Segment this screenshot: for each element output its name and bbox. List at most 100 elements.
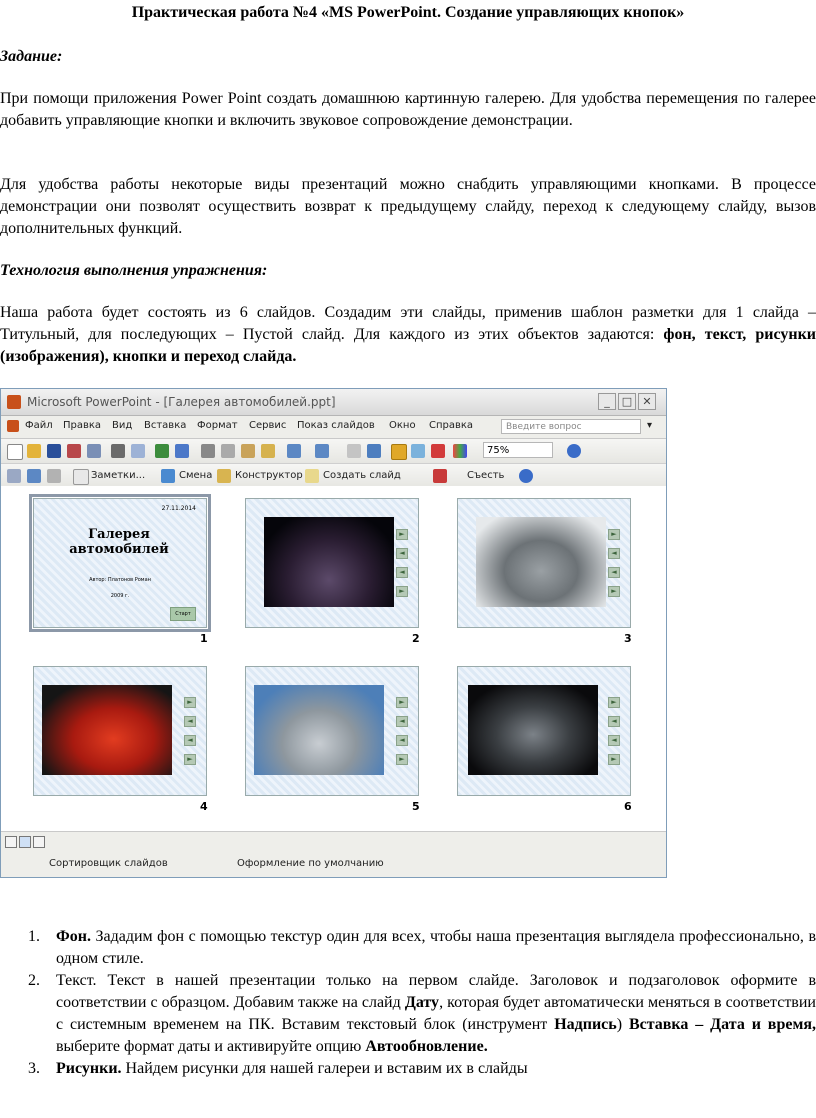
status-view-name: Сортировщик слайдов (49, 858, 168, 869)
paste-icon[interactable] (241, 444, 255, 458)
print-icon[interactable] (111, 444, 125, 458)
minimize-button[interactable]: _ (598, 393, 616, 410)
technology-heading: Технология выполнения упражнения: (0, 262, 268, 279)
preview-icon[interactable] (131, 444, 145, 458)
redo-icon[interactable] (315, 444, 329, 458)
expand-all-icon[interactable] (391, 444, 407, 460)
sorter-view-icon[interactable] (19, 836, 31, 848)
slide-number-2: 2 (412, 632, 420, 645)
car-photo-5 (254, 685, 384, 775)
copy-icon[interactable] (221, 444, 235, 458)
slide-author: Автор: Платонов Роман (89, 577, 151, 583)
page-title: Практическая работа №4 «MS PowerPoint. С… (131, 4, 685, 21)
technology-paragraph: Наша работа будет состоять из 6 слайдов.… (0, 302, 816, 368)
permission-icon[interactable] (67, 444, 81, 458)
hide-slide-icon[interactable] (7, 469, 21, 483)
step-bold: Рисунки. (56, 1060, 122, 1077)
end-arrow-icon[interactable]: ► (396, 586, 408, 597)
slide-heading: Галерея автомобилей (69, 527, 169, 557)
end-arrow-icon[interactable]: ► (608, 586, 620, 597)
prev-arrow-icon[interactable]: ◄ (184, 716, 196, 727)
research-icon[interactable] (175, 444, 189, 458)
summary-slide-icon[interactable] (47, 469, 61, 483)
slide-6[interactable]: ► ◄ ◄ ► (457, 666, 631, 796)
next-arrow-icon[interactable]: ► (608, 529, 620, 540)
next-arrow-icon[interactable]: ► (396, 529, 408, 540)
prev-arrow-icon[interactable]: ◄ (396, 548, 408, 559)
step-text: Зададим фон с помощью текстур один для в… (56, 928, 816, 967)
fl-icon[interactable] (433, 469, 447, 483)
slide-2[interactable]: ► ◄ ◄ ► (245, 498, 419, 628)
menu-slideshow[interactable]: Показ слайдов (297, 420, 375, 431)
transition-button[interactable]: Смена (179, 470, 212, 481)
step-text: выберите формат даты и активируйте опцию (56, 1038, 366, 1055)
next-arrow-icon[interactable]: ► (608, 697, 620, 708)
slide-3-nav: ► ◄ ◄ ► (608, 529, 620, 605)
menu-help[interactable]: Справка (429, 420, 473, 431)
start-button[interactable]: Старт (170, 607, 196, 621)
email-icon[interactable] (87, 444, 101, 458)
next-arrow-icon[interactable]: ► (396, 697, 408, 708)
new-icon[interactable] (7, 444, 23, 460)
slide-number-4: 4 (200, 800, 208, 813)
new-slide-button[interactable]: Создать слайд (323, 470, 401, 481)
design-button[interactable]: Конструктор (235, 470, 303, 481)
rehearse-timings-icon[interactable] (27, 469, 41, 483)
home-arrow-icon[interactable]: ◄ (184, 735, 196, 746)
window-title: Microsoft PowerPoint - [Галерея автомоби… (27, 395, 336, 409)
save-icon[interactable] (47, 444, 61, 458)
car-photo-6 (468, 685, 598, 775)
home-arrow-icon[interactable]: ◄ (608, 567, 620, 578)
menu-window[interactable]: Окно (389, 420, 416, 431)
menu-view[interactable]: Вид (112, 420, 132, 431)
task-paragraph-2: Для удобства работы некоторые виды презе… (0, 176, 816, 237)
menu-tools[interactable]: Сервис (249, 420, 286, 431)
normal-view-icon[interactable] (5, 836, 17, 848)
menu-format[interactable]: Формат (197, 420, 238, 431)
slide-3[interactable]: ► ◄ ◄ ► (457, 498, 631, 628)
slide-5[interactable]: ► ◄ ◄ ► (245, 666, 419, 796)
end-arrow-icon[interactable]: ► (608, 754, 620, 765)
insert-chart-icon[interactable] (347, 444, 361, 458)
slide-6-nav: ► ◄ ◄ ► (608, 697, 620, 773)
open-icon[interactable] (27, 444, 41, 458)
status-design-name: Оформление по умолчанию (237, 858, 384, 869)
insert-table-icon[interactable] (367, 444, 381, 458)
prev-arrow-icon[interactable]: ◄ (608, 716, 620, 727)
slide-4[interactable]: ► ◄ ◄ ► (33, 666, 207, 796)
car-photo-3 (476, 517, 606, 607)
menu-bar: Файл Правка Вид Вставка Формат Сервис По… (1, 416, 666, 439)
prev-arrow-icon[interactable]: ◄ (396, 716, 408, 727)
menu-insert[interactable]: Вставка (144, 420, 186, 431)
color-grayscale-icon[interactable] (453, 444, 467, 458)
prev-arrow-icon[interactable]: ◄ (608, 548, 620, 559)
slideshow-view-icon[interactable] (33, 836, 45, 848)
notes-button[interactable]: Заметки... (91, 470, 145, 481)
cut-icon[interactable] (201, 444, 215, 458)
spelling-icon[interactable] (155, 444, 169, 458)
show-formatting-icon[interactable] (411, 444, 425, 458)
help-search-input[interactable]: Введите вопрос (501, 419, 641, 434)
home-arrow-icon[interactable]: ◄ (396, 735, 408, 746)
end-arrow-icon[interactable]: ► (184, 754, 196, 765)
slide-1[interactable]: 27.11.2014 Галерея автомобилей Автор: Пл… (29, 494, 211, 632)
close-button[interactable]: ✕ (638, 393, 656, 410)
help-dropdown-icon[interactable]: ▾ (647, 420, 652, 431)
toolbar-help-icon[interactable] (519, 469, 533, 483)
help-icon[interactable] (567, 444, 581, 458)
next-arrow-icon[interactable]: ► (184, 697, 196, 708)
menu-file[interactable]: Файл (25, 420, 53, 431)
eat-button[interactable]: Съесть (467, 470, 504, 481)
end-arrow-icon[interactable]: ► (396, 754, 408, 765)
home-arrow-icon[interactable]: ◄ (608, 735, 620, 746)
maximize-button[interactable]: □ (618, 393, 636, 410)
undo-icon[interactable] (287, 444, 301, 458)
home-arrow-icon[interactable]: ◄ (396, 567, 408, 578)
menu-edit[interactable]: Правка (63, 420, 101, 431)
status-bar: Сортировщик слайдов Оформление по умолча… (1, 831, 666, 877)
grid-icon[interactable] (431, 444, 445, 458)
list-item: 2. Текст. Текст в нашей презентации тольк… (28, 970, 816, 1058)
zoom-select[interactable]: 75% (483, 442, 553, 458)
step-bold: Фон. (56, 928, 91, 945)
format-painter-icon[interactable] (261, 444, 275, 458)
